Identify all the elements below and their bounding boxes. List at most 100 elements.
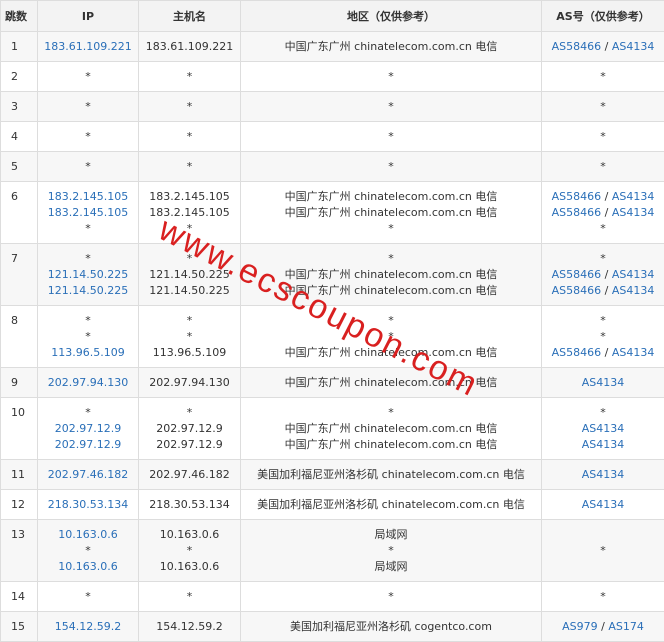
ip-address[interactable]: 10.163.0.6 <box>38 559 138 575</box>
hostname-cell: 202.97.46.182 <box>139 460 241 490</box>
ip-address[interactable]: 121.14.50.225 <box>38 283 138 299</box>
region-text: * <box>241 129 541 145</box>
ip-address[interactable]: 202.97.94.130 <box>38 375 138 391</box>
hop-number: 10 <box>1 398 38 460</box>
region-text: 局域网 <box>241 527 541 543</box>
ip-address: * <box>38 221 138 237</box>
hostname: 202.97.46.182 <box>139 467 240 483</box>
ip-address: * <box>38 251 138 267</box>
as-line: AS58466 / AS4134 <box>542 39 664 55</box>
hostname-cell: 218.30.53.134 <box>139 490 241 520</box>
as-line: AS4134 <box>542 497 664 513</box>
as-number-link[interactable]: AS4134 <box>612 284 655 297</box>
as-number-link[interactable]: AS58466 <box>552 40 602 53</box>
as-number-link[interactable]: AS174 <box>608 620 644 633</box>
ip-address[interactable]: 183.61.109.221 <box>38 39 138 55</box>
table-row: 12218.30.53.134218.30.53.134美国加利福尼亚州洛杉矶 … <box>1 490 664 520</box>
ip-address[interactable]: 121.14.50.225 <box>38 267 138 283</box>
ip-address[interactable]: 202.97.12.9 <box>38 437 138 453</box>
region-text-cell: * <box>241 92 542 122</box>
as-line: AS58466 / AS4134 <box>542 189 664 205</box>
as-number-link[interactable]: AS4134 <box>582 438 625 451</box>
as-cell: AS58466 / AS4134 <box>542 32 664 62</box>
as-number-link[interactable]: AS4134 <box>582 498 625 511</box>
hostname-cell: *121.14.50.225121.14.50.225 <box>139 244 241 306</box>
ip-address[interactable]: 183.2.145.105 <box>38 189 138 205</box>
as-line: * <box>542 159 664 175</box>
as-line: * <box>542 329 664 345</box>
ip-address-cell: * <box>38 92 139 122</box>
ip-address-cell: 202.97.46.182 <box>38 460 139 490</box>
header-as: AS号（仅供参考） <box>542 1 664 32</box>
table-row: 6183.2.145.105183.2.145.105*183.2.145.10… <box>1 182 664 244</box>
region-text: 中国广东广州 chinatelecom.com.cn 电信 <box>241 375 541 391</box>
as-number-link[interactable]: AS4134 <box>612 190 655 203</box>
as-separator: / <box>601 190 612 203</box>
traceroute-table: 跳数 IP 主机名 地区（仅供参考） AS号（仅供参考） 1183.61.109… <box>0 0 664 642</box>
as-number-link[interactable]: AS4134 <box>612 206 655 219</box>
table-body: 1183.61.109.221183.61.109.221中国广东广州 chin… <box>1 32 664 642</box>
ip-address: * <box>38 405 138 421</box>
table-row: 15154.12.59.2154.12.59.2美国加利福尼亚州洛杉矶 coge… <box>1 612 664 642</box>
as-number-link[interactable]: AS979 <box>562 620 598 633</box>
region-text: * <box>241 99 541 115</box>
hop-number: 8 <box>1 306 38 368</box>
hostname-cell: *202.97.12.9202.97.12.9 <box>139 398 241 460</box>
hostname: * <box>139 329 240 345</box>
ip-address[interactable]: 113.96.5.109 <box>38 345 138 361</box>
as-number-link[interactable]: AS4134 <box>582 376 625 389</box>
as-separator: / <box>601 268 612 281</box>
hostname: 183.2.145.105 <box>139 205 240 221</box>
ip-address-cell: 218.30.53.134 <box>38 490 139 520</box>
ip-address[interactable]: 10.163.0.6 <box>38 527 138 543</box>
hostname: 154.12.59.2 <box>139 619 240 635</box>
as-line: * <box>542 543 664 559</box>
as-cell: * <box>542 520 664 582</box>
as-number-link[interactable]: AS4134 <box>582 422 625 435</box>
region-text: 美国加利福尼亚州洛杉矶 chinatelecom.com.cn 电信 <box>241 497 541 513</box>
ip-address-cell: 202.97.94.130 <box>38 368 139 398</box>
as-number-link[interactable]: AS58466 <box>552 346 602 359</box>
ip-address[interactable]: 154.12.59.2 <box>38 619 138 635</box>
as-number-link[interactable]: AS4134 <box>612 268 655 281</box>
region-text: * <box>241 543 541 559</box>
region-text: * <box>241 405 541 421</box>
as-number-link[interactable]: AS4134 <box>582 468 625 481</box>
as-line: AS58466 / AS4134 <box>542 345 664 361</box>
as-line: AS979 / AS174 <box>542 619 664 635</box>
hostname-cell: 183.61.109.221 <box>139 32 241 62</box>
region-text: 中国广东广州 chinatelecom.com.cn 电信 <box>241 267 541 283</box>
ip-address: * <box>38 159 138 175</box>
hostname: * <box>139 159 240 175</box>
ip-address[interactable]: 218.30.53.134 <box>38 497 138 513</box>
as-line: * <box>542 221 664 237</box>
hostname: 202.97.12.9 <box>139 437 240 453</box>
ip-address-cell: * <box>38 62 139 92</box>
table-row: 11202.97.46.182202.97.46.182美国加利福尼亚州洛杉矶 … <box>1 460 664 490</box>
hostname: 202.97.12.9 <box>139 421 240 437</box>
header-ip: IP <box>38 1 139 32</box>
as-cell: AS4134 <box>542 490 664 520</box>
ip-address-cell: 183.2.145.105183.2.145.105* <box>38 182 139 244</box>
hostname: 121.14.50.225 <box>139 267 240 283</box>
hostname: 202.97.94.130 <box>139 375 240 391</box>
ip-address-cell: * <box>38 152 139 182</box>
region-text: 中国广东广州 chinatelecom.com.cn 电信 <box>241 345 541 361</box>
ip-address[interactable]: 202.97.46.182 <box>38 467 138 483</box>
as-line: * <box>542 129 664 145</box>
ip-address[interactable]: 183.2.145.105 <box>38 205 138 221</box>
as-number-link[interactable]: AS58466 <box>552 284 602 297</box>
as-number-link[interactable]: AS58466 <box>552 206 602 219</box>
as-number-link[interactable]: AS58466 <box>552 190 602 203</box>
as-cell: *AS58466 / AS4134AS58466 / AS4134 <box>542 244 664 306</box>
region-text-cell: 中国广东广州 chinatelecom.com.cn 电信 <box>241 368 542 398</box>
ip-address-cell: * <box>38 582 139 612</box>
region-text: * <box>241 69 541 85</box>
ip-address[interactable]: 202.97.12.9 <box>38 421 138 437</box>
ip-address-cell: * <box>38 122 139 152</box>
as-number-link[interactable]: AS4134 <box>612 40 655 53</box>
table-header-row: 跳数 IP 主机名 地区（仅供参考） AS号（仅供参考） <box>1 1 664 32</box>
region-text: 中国广东广州 chinatelecom.com.cn 电信 <box>241 189 541 205</box>
as-number-link[interactable]: AS4134 <box>612 346 655 359</box>
as-number-link[interactable]: AS58466 <box>552 268 602 281</box>
